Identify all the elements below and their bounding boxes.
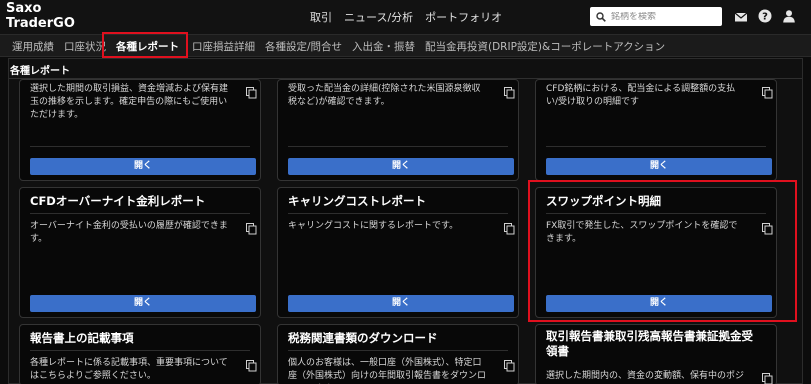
card-description: キャリングコストに関するレポートです。 bbox=[288, 221, 459, 231]
copy-icon[interactable] bbox=[504, 360, 515, 372]
nav-news-analysis[interactable]: ニュース/分析 bbox=[344, 9, 413, 25]
nav-portfolio[interactable]: ポートフォリオ bbox=[425, 9, 502, 25]
copy-icon[interactable] bbox=[246, 360, 257, 372]
card-title: 報告書上の記載事項 bbox=[30, 331, 134, 345]
report-card: 受取った配当金の詳細(控除された米国源泉徴収税など)が確認できます。 開く bbox=[277, 79, 519, 181]
tab-pnl-details[interactable]: 口座損益詳細 bbox=[192, 39, 255, 54]
card-description: 選択した期間内の、資金の変動額、保有中のポジシ bbox=[546, 371, 745, 381]
card-title: 税務関連書類のダウンロード bbox=[288, 331, 438, 345]
tab-performance[interactable]: 運用成績 bbox=[12, 39, 54, 54]
logo-line-1: Saxo bbox=[6, 1, 42, 16]
tab-highlight-box bbox=[102, 32, 188, 58]
report-card-carrying-cost: キャリングコストレポート キャリングコストに関するレポートです。 開く bbox=[277, 187, 519, 318]
tab-settings-inquiry[interactable]: 各種設定/問合せ bbox=[265, 39, 342, 54]
help-icon[interactable]: ? bbox=[758, 9, 772, 23]
open-button[interactable]: 開く bbox=[288, 158, 514, 175]
card-divider bbox=[30, 146, 250, 147]
user-icon[interactable] bbox=[782, 9, 796, 23]
report-card-trade-report: 取引報告書兼取引残高報告書兼証拠金受領書 選択した期間内の、資金の変動額、保有中… bbox=[535, 324, 777, 384]
copy-icon[interactable] bbox=[504, 87, 515, 99]
report-card: 選択した期間の取引損益、資金増減および保有建玉の推移を示します。確定申告の際にも… bbox=[19, 79, 261, 181]
top-nav: 取引 ニュース/分析 ポートフォリオ bbox=[310, 9, 502, 25]
card-description: CFD銘柄における、配当金による調整額の支払い/受け取りの明細です bbox=[546, 84, 736, 107]
open-button[interactable]: 開く bbox=[30, 295, 256, 312]
card-divider bbox=[30, 350, 250, 351]
report-card: CFD銘柄における、配当金による調整額の支払い/受け取りの明細です 開く bbox=[535, 79, 777, 181]
copy-icon[interactable] bbox=[504, 223, 515, 235]
tab-deposit-withdraw[interactable]: 入出金・振替 bbox=[352, 39, 415, 54]
card-divider bbox=[546, 146, 766, 147]
report-card-tax-documents: 税務関連書類のダウンロード 個人のお客様は、一般口座（外国株式）、特定口座（外国… bbox=[277, 324, 519, 384]
card-divider bbox=[30, 213, 250, 214]
tab-account-status[interactable]: 口座状況 bbox=[64, 39, 106, 54]
svg-text:?: ? bbox=[762, 12, 768, 23]
report-card-notes: 報告書上の記載事項 各種レポートに係る記載事項、重要事項についてはこちらよりご参… bbox=[19, 324, 261, 384]
card-highlight-box bbox=[528, 180, 797, 322]
card-title: CFDオーバーナイト金利レポート bbox=[30, 194, 206, 208]
card-description: 各種レポートに係る記載事項、重要事項についてはこちらよりご参照ください。 bbox=[30, 358, 228, 381]
tab-drip-corporate-action[interactable]: 配当金再投資(DRIP設定)&コーポレートアクション bbox=[425, 39, 665, 54]
copy-icon[interactable] bbox=[246, 87, 257, 99]
card-title: 取引報告書兼取引残高報告書兼証拠金受領書 bbox=[546, 329, 753, 358]
top-header: Saxo TraderGO 取引 ニュース/分析 ポートフォリオ ? bbox=[0, 0, 811, 34]
search-icon bbox=[596, 11, 606, 22]
card-title: キャリングコストレポート bbox=[288, 194, 426, 208]
card-divider bbox=[288, 146, 508, 147]
section-title: 各種レポート bbox=[10, 66, 70, 77]
mail-icon[interactable] bbox=[734, 10, 748, 24]
card-description: オーバーナイト金利の受払いの履歴が確認できます。 bbox=[30, 221, 228, 244]
search-input[interactable] bbox=[611, 11, 721, 22]
copy-icon[interactable] bbox=[246, 223, 257, 235]
search-box[interactable] bbox=[590, 7, 722, 26]
open-button[interactable]: 開く bbox=[30, 158, 256, 175]
open-button[interactable]: 開く bbox=[288, 295, 514, 312]
copy-icon[interactable] bbox=[762, 373, 773, 384]
copy-icon[interactable] bbox=[762, 87, 773, 99]
logo-line-2: TraderGO bbox=[6, 16, 75, 31]
nav-trade[interactable]: 取引 bbox=[310, 9, 332, 25]
open-button[interactable]: 開く bbox=[546, 158, 772, 175]
app-logo[interactable]: Saxo TraderGO bbox=[6, 1, 75, 31]
card-description: 個人のお客様は、一般口座（外国株式）、特定口座（外国株式）向けの年間取引報告書を… bbox=[288, 358, 487, 381]
card-description: 受取った配当金の詳細(控除された米国源泉徴収税など)が確認できます。 bbox=[288, 84, 481, 107]
card-divider bbox=[288, 213, 508, 214]
card-description: 選択した期間の取引損益、資金増減および保有建玉の推移を示します。確定申告の際にも… bbox=[30, 84, 229, 120]
report-card-cfd-overnight: CFDオーバーナイト金利レポート オーバーナイト金利の受払いの履歴が確認できます… bbox=[19, 187, 261, 318]
card-divider bbox=[288, 350, 508, 351]
